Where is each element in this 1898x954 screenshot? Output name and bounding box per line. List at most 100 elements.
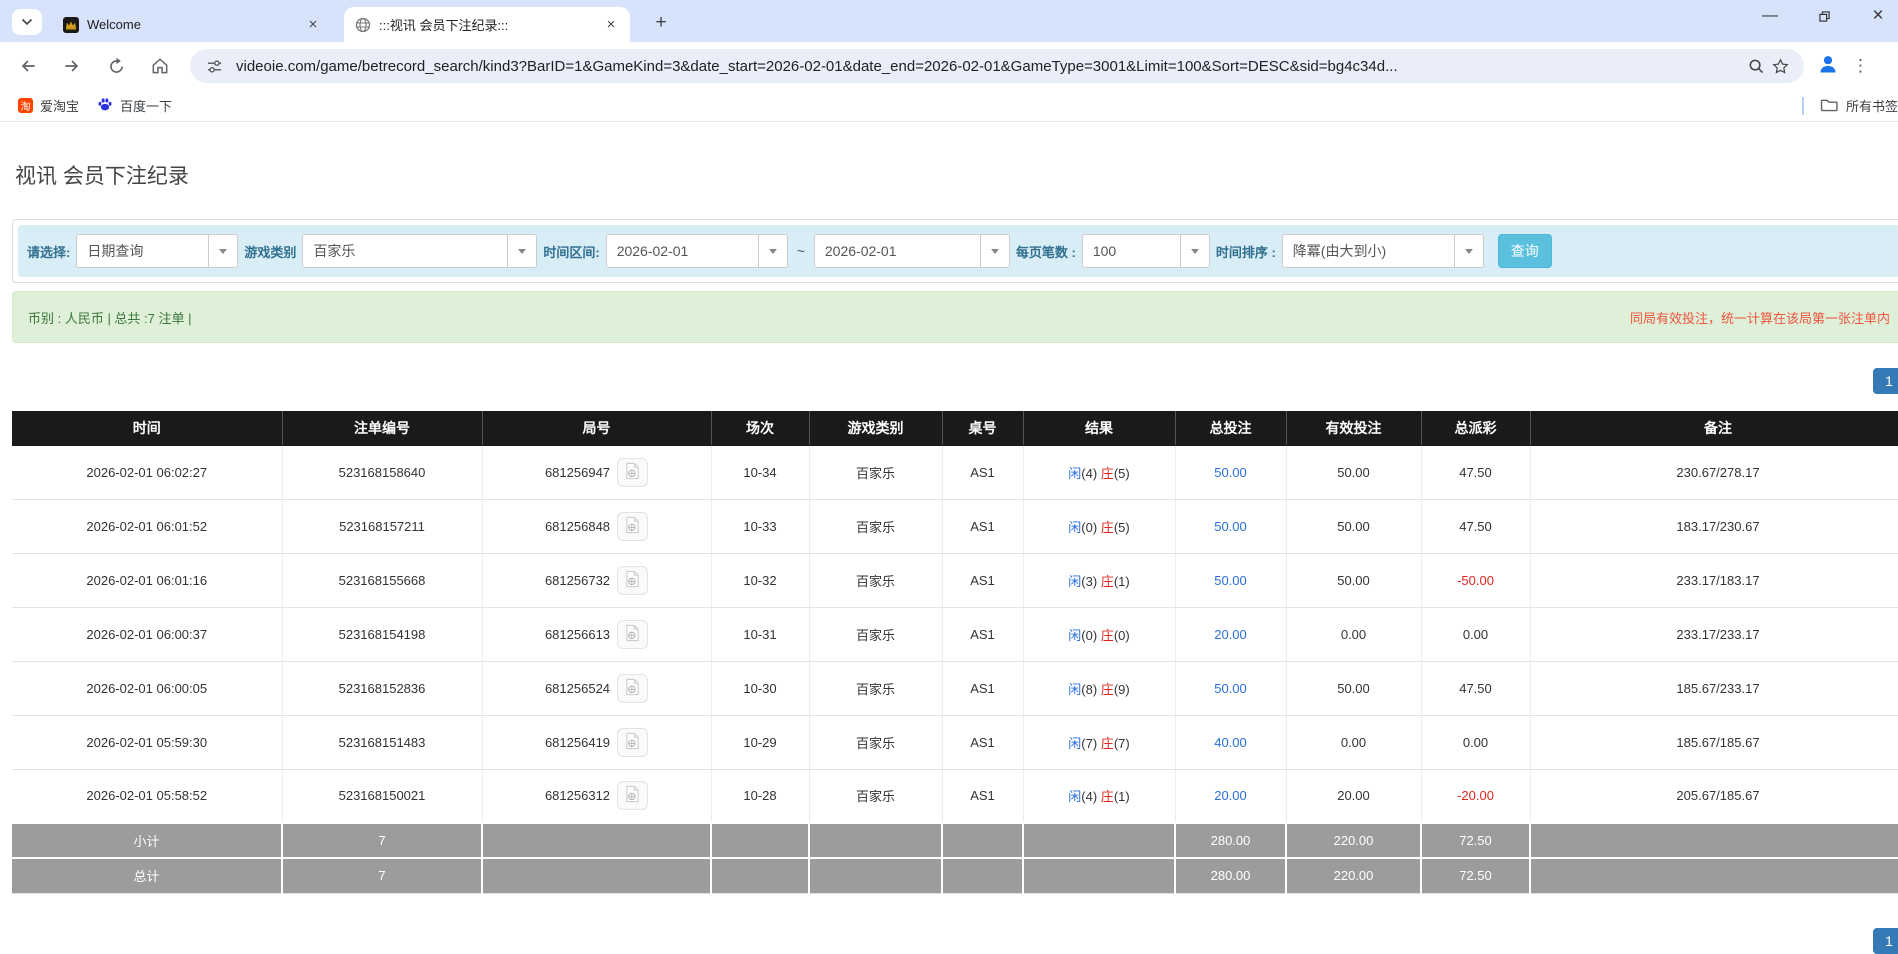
video-replay-button[interactable]: [617, 781, 649, 811]
tab-betrecord[interactable]: :::视讯 会员下注纪录::: ×: [344, 7, 630, 42]
date-start-select[interactable]: 2026-02-01: [605, 234, 788, 268]
result-cell: 闲(0) 庄(5): [1023, 499, 1176, 554]
pagination-page-1[interactable]: 1: [1873, 368, 1898, 394]
game-type-select[interactable]: 百家乐: [302, 234, 538, 268]
table_no-cell: AS1: [942, 661, 1024, 716]
result-cell: 闲(3) 庄(1): [1023, 553, 1176, 608]
session-cell: 10-31: [711, 607, 810, 662]
payout-cell: 47.50: [1421, 445, 1531, 500]
payout-cell: -50.00: [1421, 553, 1531, 608]
betrecord-page: 视讯 会员下注纪录 请选择: 日期查询 游戏类别 百家乐 时间区间: 2026-…: [0, 122, 1898, 954]
select-caret-icon: [208, 235, 237, 267]
session-cell: 10-30: [711, 661, 810, 716]
tab-welcome[interactable]: Welcome ×: [52, 7, 332, 42]
col-header-total_bet: 总投注: [1175, 411, 1287, 446]
note-cell: 205.67/185.67: [1530, 769, 1898, 824]
bookmark-item-taobao[interactable]: 淘 爱淘宝: [18, 96, 79, 115]
subtotal-row: 小计 7 280.00 220.00 72.50: [12, 822, 1898, 859]
new-tab-button[interactable]: +: [648, 10, 674, 36]
date-end-select[interactable]: 2026-02-01: [813, 234, 1010, 268]
valid_bet-cell: 50.00: [1286, 445, 1422, 500]
table_no-cell: AS1: [942, 499, 1024, 554]
profile-avatar[interactable]: [1816, 52, 1840, 81]
result-cell: 闲(0) 庄(0): [1023, 607, 1176, 662]
url-bar[interactable]: videoie.com/game/betrecord_search/kind3?…: [190, 49, 1804, 83]
player-result-value: (3): [1081, 573, 1101, 589]
player-result-label: 闲: [1068, 465, 1082, 481]
back-button[interactable]: [12, 50, 44, 82]
reload-button[interactable]: [100, 50, 132, 82]
browser-menu-icon[interactable]: ⋮: [1852, 56, 1869, 76]
window-close-button[interactable]: ×: [1868, 5, 1888, 26]
total-row-time: 总计: [12, 857, 283, 894]
tab-close-icon[interactable]: ×: [602, 16, 620, 33]
total-row-session: [711, 857, 810, 894]
video-replay-button[interactable]: [617, 565, 649, 595]
payout-value: -20.00: [1457, 788, 1494, 804]
sort-order-select[interactable]: 降冪(由大到小): [1281, 234, 1484, 268]
round-cell: 681256312: [482, 769, 712, 824]
video-replay-button[interactable]: [617, 619, 649, 649]
valid_bet-cell: 20.00: [1286, 769, 1422, 824]
video-replay-button[interactable]: [617, 457, 649, 487]
total-row-table_no: [942, 857, 1024, 894]
valid_bet-cell: 50.00: [1286, 553, 1422, 608]
taobao-icon: 淘: [18, 98, 33, 113]
select-caret-icon: [1453, 235, 1483, 267]
subtotal-row-table_no: [942, 822, 1024, 859]
game-cell: 百家乐: [809, 607, 943, 662]
bookmark-star-icon[interactable]: [1768, 54, 1792, 78]
video-replay-button[interactable]: [617, 673, 649, 703]
total-row-result: [1023, 857, 1176, 894]
subtotal-row-time: 小计: [12, 822, 283, 859]
table_no-cell: AS1: [942, 445, 1024, 500]
bookmark-item-baidu[interactable]: 百度一下: [97, 96, 172, 115]
payout-value: 47.50: [1459, 464, 1492, 480]
window-maximize-button[interactable]: [1814, 6, 1834, 26]
subtotal-row-round: [482, 822, 712, 859]
payout-cell: 0.00: [1421, 607, 1531, 662]
note-cell: 233.17/183.17: [1530, 553, 1898, 608]
home-button[interactable]: [144, 50, 176, 82]
round-cell: 681256524: [482, 661, 712, 716]
video-replay-button[interactable]: [617, 511, 649, 541]
site-settings-tune-icon[interactable]: [202, 54, 226, 78]
all-bookmarks-button[interactable]: 所有书签: [1801, 96, 1898, 115]
banker-result-value: (9): [1113, 681, 1130, 697]
round-cell: 681256419: [482, 715, 712, 770]
all-bookmarks-label: 所有书签: [1845, 99, 1898, 114]
valid_bet-cell: 50.00: [1286, 661, 1422, 716]
tilde-separator: ~: [796, 243, 805, 259]
filter-panel: 请选择: 日期查询 游戏类别 百家乐 时间区间: 2026-02-01 ~ 20…: [12, 219, 1898, 283]
tab-search-button[interactable]: [12, 9, 42, 35]
time-cell: 2026-02-01 05:59:30: [12, 715, 283, 770]
search-button[interactable]: 查询: [1497, 234, 1552, 268]
round-number: 681256312: [544, 788, 611, 804]
table_no-cell: AS1: [942, 607, 1024, 662]
url-text[interactable]: videoie.com/game/betrecord_search/kind3?…: [236, 58, 1744, 75]
browser-toolbar: videoie.com/game/betrecord_search/kind3?…: [0, 42, 1898, 90]
payout-cell: 47.50: [1421, 499, 1531, 554]
valid_bet-cell: 0.00: [1286, 715, 1422, 770]
globe-icon: [354, 16, 371, 33]
video-replay-button[interactable]: [617, 727, 649, 757]
player-result-value: (7): [1081, 735, 1101, 751]
payout-value: 0.00: [1462, 734, 1489, 750]
forward-button[interactable]: [56, 50, 88, 82]
bet_id-cell: 523168151483: [282, 715, 483, 770]
game-cell: 百家乐: [809, 661, 943, 716]
tab-close-icon[interactable]: ×: [304, 16, 322, 33]
query-type-select[interactable]: 日期查询: [76, 234, 239, 268]
note-cell: 185.67/185.67: [1530, 715, 1898, 770]
window-minimize-button[interactable]: —: [1760, 6, 1780, 26]
bet_id-cell: 523168154198: [282, 607, 483, 662]
pagination-page-1[interactable]: 1: [1873, 928, 1898, 954]
game-cell: 百家乐: [809, 715, 943, 770]
round-number: 681256419: [544, 734, 611, 750]
banker-result-label: 庄: [1100, 573, 1114, 589]
zoom-magnifier-icon[interactable]: [1744, 54, 1768, 78]
total-row-total_bet: 280.00: [1175, 857, 1287, 894]
total-bet-cell: 20.00: [1175, 607, 1287, 662]
video-file-icon: [623, 678, 642, 699]
page-size-select[interactable]: 100: [1081, 234, 1210, 268]
